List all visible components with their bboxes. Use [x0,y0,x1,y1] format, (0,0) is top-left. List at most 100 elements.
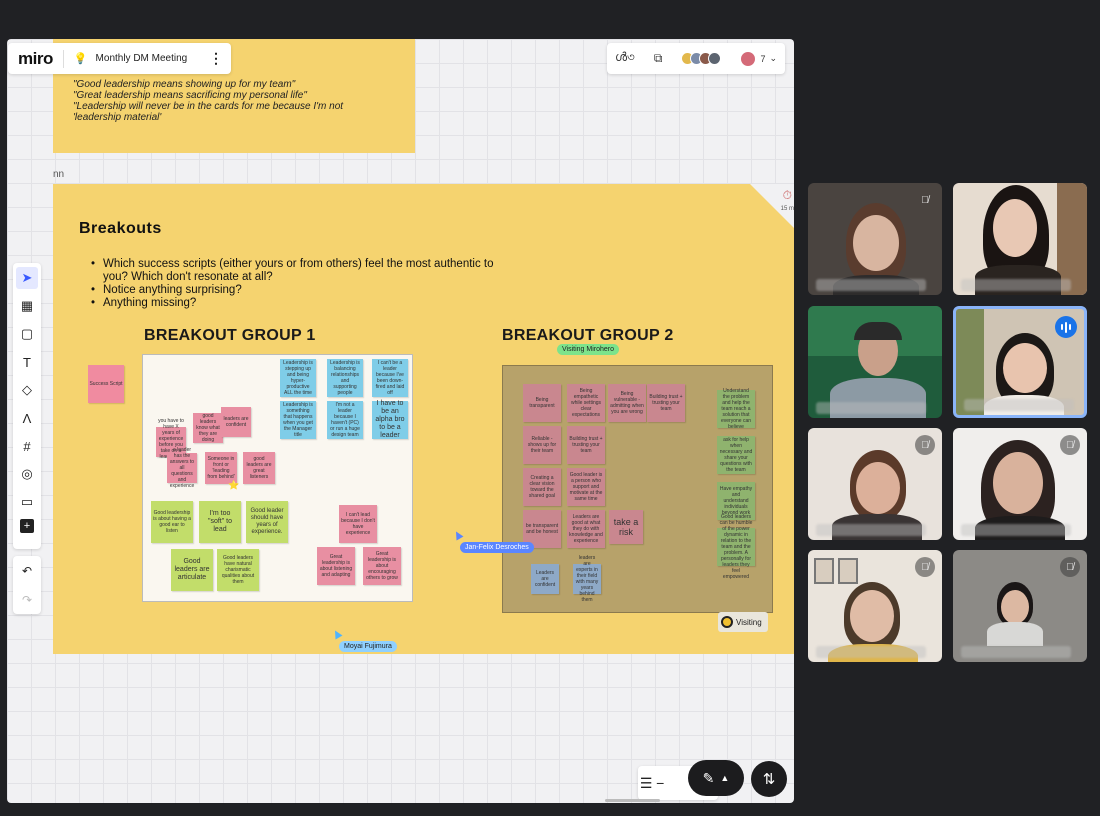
sticky-note[interactable]: Understand the problem and help the team… [717,388,755,430]
meeting-window: "Good leadership means showing up for my… [0,0,1100,816]
participant-count-button[interactable]: 7 ⌄ [740,50,777,67]
pen-icon[interactable]: Ʌ [16,407,38,429]
mic-muted-icon: 🎙̸ [921,194,929,206]
sticky-note[interactable]: Good leaders are articulate [171,549,213,591]
more-options-icon[interactable]: ⋮ [201,50,231,67]
sticky-note[interactable]: Being transparent [523,384,561,422]
sticky-note[interactable]: I'm not a leader because I haven't (PC) … [327,401,363,439]
text-icon[interactable]: T [16,351,38,373]
list-icon[interactable]: ☰ [640,775,653,792]
sticky-note[interactable]: a leader has the answers to all question… [167,447,197,489]
sticky-note[interactable]: Leadership is stepping up and being hype… [280,359,316,397]
quote-line: "Good leadership means showing up for my… [73,79,296,90]
participant-face [993,452,1043,514]
participant-face [850,590,894,642]
pen-mode-button[interactable]: ✎ ▲ [688,760,744,796]
video-tile[interactable]: 🎙̸ [808,550,942,662]
star-icon: ⭐ [228,480,240,490]
video-tile[interactable] [953,183,1087,295]
sticky-note[interactable]: leaders are experts in their field with … [573,555,601,603]
sticky-note-icon[interactable]: ▢ [16,323,38,345]
sticky-note[interactable]: ask for help when necessary and share yo… [717,436,755,474]
palette-icon[interactable]: ◎ [16,463,38,485]
sticky-note[interactable]: Building trust + trusting your team [567,426,605,464]
sticky-note[interactable]: good leaders know what they are doing [193,413,223,443]
templates-icon[interactable]: ▦ [16,295,38,317]
frame-icon[interactable]: # [16,435,38,457]
video-tile[interactable]: 🎙̸ [953,428,1087,540]
cursor-label-visiting: Visiting Mirohero [557,344,620,355]
redo-icon[interactable]: ↷ [16,589,38,611]
participant-face [853,215,899,271]
mic-muted-icon: 🎙̸ [915,557,935,577]
video-tile[interactable]: 🎙̸ [808,183,942,295]
video-tile[interactable]: 🎙̸ [953,550,1087,662]
sticky-note[interactable]: take a risk [609,510,643,544]
headphones-icon [854,322,902,340]
timer-text: 15 m [780,206,794,212]
sticky-note[interactable]: Good leaders have natural charismatic qu… [217,549,259,591]
presentation-icon[interactable]: ⧉ [654,51,663,66]
sticky-note[interactable]: Good leadership is about having a good e… [151,501,193,543]
timer-icon[interactable]: ⏱ [783,188,792,203]
question-item: Which success scripts (either yours or f… [91,258,501,284]
visiting-badge-label: Visiting [736,617,762,627]
miro-board-canvas[interactable]: "Good leadership means showing up for my… [7,39,794,803]
sticky-note[interactable]: I have to be an alpha bro to be a leader [372,400,408,439]
sticky-note[interactable]: Leadership is balancing relationships an… [327,359,363,397]
participant-name-blurred [961,279,1071,291]
undo-icon[interactable]: ↶ [16,560,38,582]
reactions-icon[interactable]: ൾ৩ [615,49,635,69]
visiting-avatar-icon [721,616,733,628]
participant-name-blurred [961,646,1071,658]
breakout-group-1-title: BREAKOUT GROUP 1 [144,327,316,344]
select-tool-icon[interactable]: ➤ [16,267,38,289]
sticky-note[interactable]: Good leader should have years of experie… [246,501,288,543]
board-name[interactable]: Monthly DM Meeting [96,53,201,64]
video-tile-active-speaker[interactable] [953,306,1087,418]
participant-name-blurred [816,646,926,658]
board-header: miro 💡 Monthly DM Meeting ⋮ [8,43,231,74]
visiting-badge[interactable]: Visiting [718,612,768,632]
success-script-sticky[interactable]: Success Script [88,365,124,403]
add-icon[interactable]: + [20,519,34,533]
shapes-icon[interactable]: ◇ [16,379,38,401]
sticky-note[interactable]: I'm too "soft" to lead [199,501,241,543]
collaborator-avatars[interactable] [681,52,722,65]
miro-logo[interactable]: miro [8,49,63,69]
collapse-button[interactable]: ⇅ [751,761,787,797]
sticky-note[interactable]: I can't be a leader because I've been do… [372,359,408,397]
sticky-note[interactable]: Being vulnerable - admitting when you ar… [608,384,646,422]
video-tile[interactable]: 🎙̸ [808,428,942,540]
breakout-group-2-board[interactable]: Being transparent Being empathetic while… [502,365,773,613]
chevron-up-icon: ▲ [720,773,730,783]
sticky-note[interactable]: Reliable - shows up for their team [523,426,561,464]
cursor-label-moyai: Moyai Fujimura [339,641,397,652]
sticky-note[interactable]: Leaders are good at what they do with kn… [567,510,605,548]
sticky-note[interactable]: Being empathetic while settings clear ex… [567,384,605,422]
sticky-note[interactable]: Good leaders can be humble of the power … [717,514,755,580]
quotes-text: "Good leadership means showing up for my… [73,79,373,123]
breakouts-title: Breakouts [79,220,162,237]
video-tile[interactable] [808,306,942,418]
participant-count: 7 [760,53,766,64]
breakout-group-1-board[interactable]: Leadership is stepping up and being hype… [142,354,413,602]
sticky-note[interactable]: Good leader is a person who support and … [567,468,605,506]
sticky-note[interactable]: good leaders are great listeners [243,452,275,484]
comment-icon[interactable]: ▭ [16,491,38,513]
sticky-note[interactable]: Creating a clear vision toward the share… [523,468,561,506]
sticky-note[interactable]: Leaders are confident [531,564,559,594]
sticky-note[interactable]: Great leadership is about listening and … [317,547,355,585]
wall-art [814,558,834,584]
sticky-note[interactable]: Great leadership is about encouraging ot… [363,547,401,585]
zoom-out-icon[interactable]: − [656,775,664,791]
speaking-indicator-icon [1055,316,1077,338]
sticky-note[interactable]: Building trust + trusting your team [647,384,685,422]
mic-muted-icon: 🎙̸ [1060,435,1080,455]
sticky-note[interactable]: leaders are confident [221,407,251,437]
question-list: Which success scripts (either yours or f… [91,258,501,310]
avatar [708,52,722,65]
sticky-note[interactable]: Leadership is something that happens whe… [280,401,316,439]
sticky-note[interactable]: I can't lead because I don't have experi… [339,505,377,543]
horizontal-scrollbar[interactable] [605,799,660,802]
